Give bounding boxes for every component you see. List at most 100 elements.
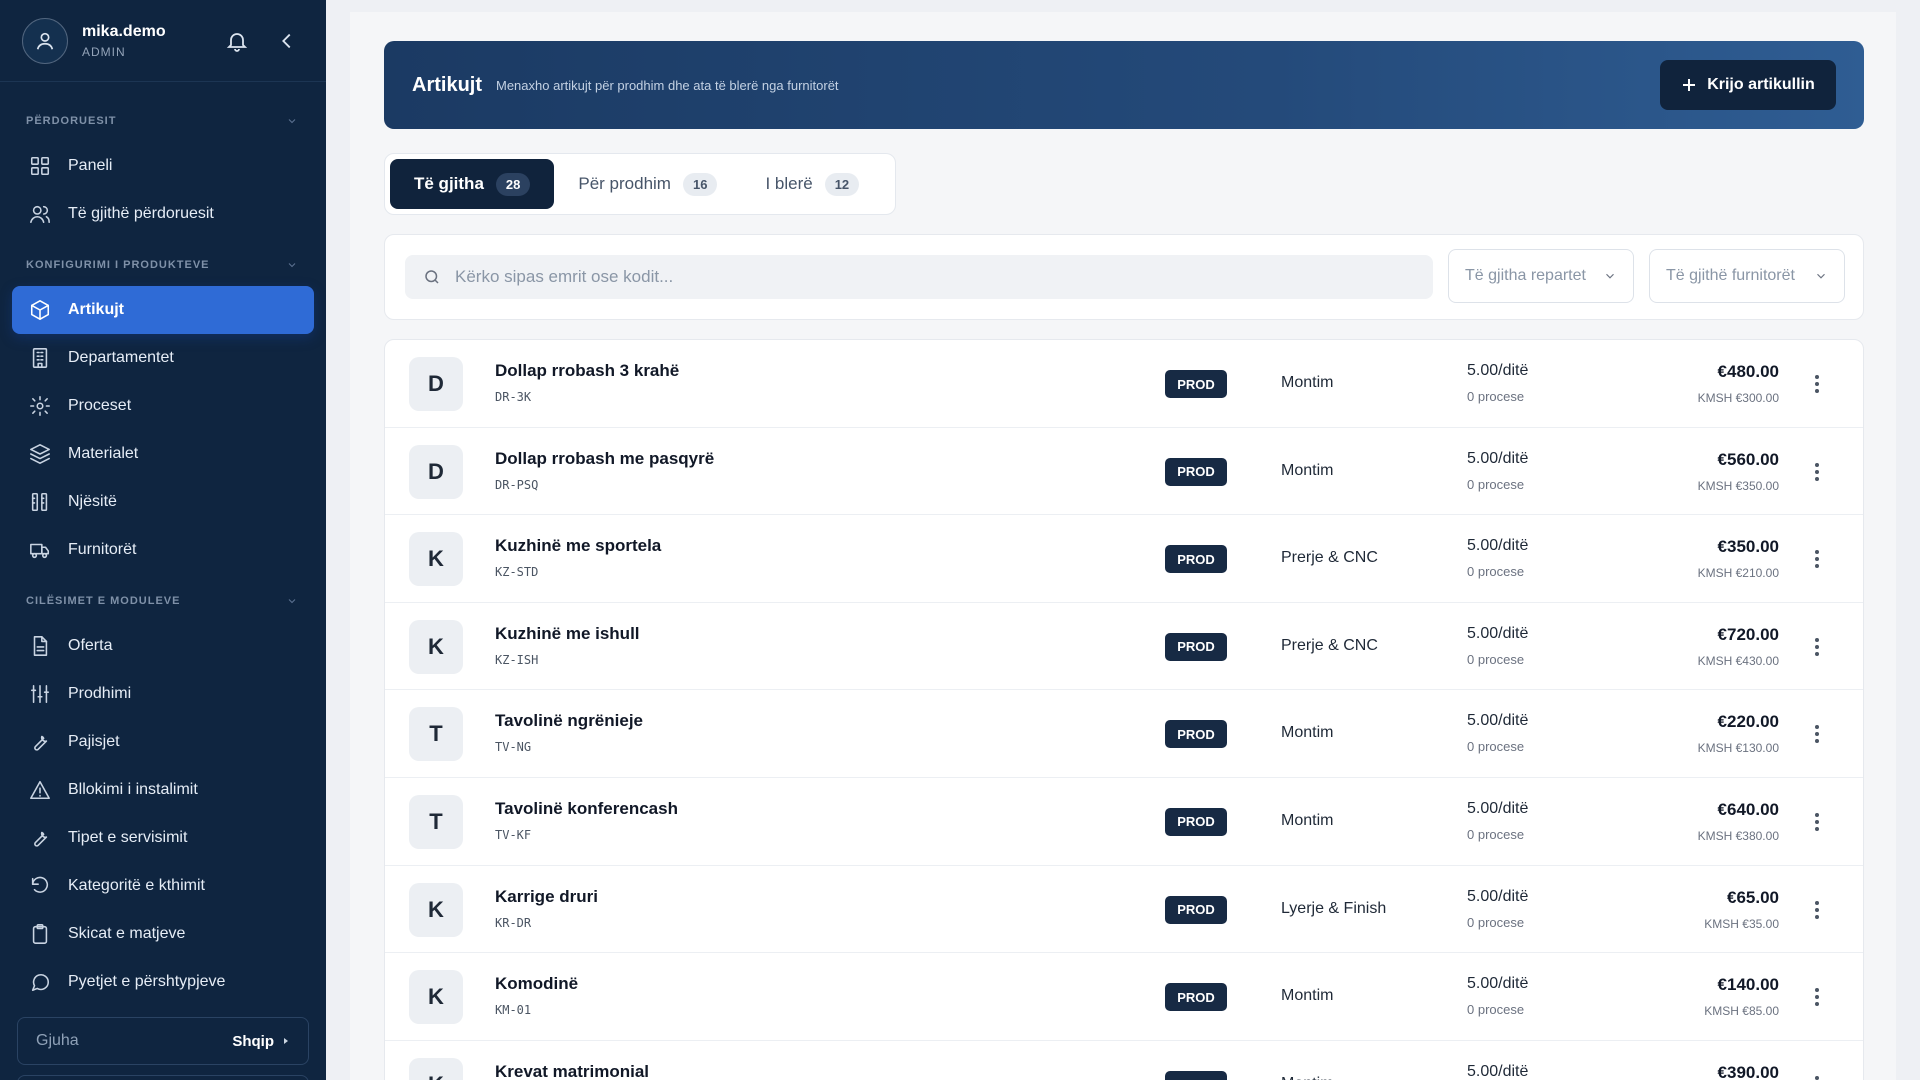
item-department: Montim	[1281, 724, 1334, 742]
tab-count-badge: 16	[682, 172, 718, 196]
tab-1[interactable]: Për prodhim 16	[554, 159, 741, 209]
row-actions-button[interactable]	[1805, 1073, 1829, 1080]
row-actions-button[interactable]	[1805, 985, 1829, 1009]
item-capacity-rate: 5.00/ditë	[1467, 887, 1529, 905]
user-name: mika.demo	[82, 22, 166, 40]
more-vertical-icon	[1815, 725, 1819, 744]
table-row[interactable]: D Dollap rrobash me pasqyrë DR-PSQ PROD …	[385, 428, 1863, 516]
item-capacity-rate: 5.00/ditë	[1467, 799, 1529, 817]
nav-section-header[interactable]: KONFIGURIMI I PRODUKTEVE	[0, 252, 326, 278]
table-row[interactable]: K Komodinë KM-01 PROD Montim 5.00/ditë 0…	[385, 953, 1863, 1041]
department-filter[interactable]: Të gjitha repartet	[1448, 249, 1634, 303]
item-type-tabs: Të gjitha 28 Për prodhim 16 I blerë 12	[384, 153, 896, 215]
sidebar-item-label: Departamentet	[68, 349, 174, 366]
collapse-sidebar-button[interactable]	[270, 24, 304, 58]
item-name[interactable]: Tavolinë konferencash	[495, 799, 678, 819]
ruler-icon	[28, 490, 52, 514]
sidebar-item-oferta[interactable]: Oferta	[12, 622, 314, 670]
more-vertical-icon	[1815, 812, 1819, 831]
tab-label: Të gjitha	[414, 174, 484, 193]
sidebar-item-pyetjet-e-pershtypjeve[interactable]: Pyetjet e përshtypjeve	[12, 958, 314, 1006]
item-process-count: 0 procese	[1467, 564, 1525, 580]
item-name[interactable]: Krevat matrimonial	[495, 1062, 649, 1080]
sidebar-item-paneli[interactable]: Paneli	[12, 142, 314, 190]
sidebar-item-tipet-e-servisimit[interactable]: Tipet e servisimit	[12, 814, 314, 862]
chevron-down-icon	[288, 119, 296, 124]
nav-section-label: KONFIGURIMI I PRODUKTEVE	[26, 259, 210, 271]
item-price: €480.00	[1717, 362, 1779, 381]
avatar[interactable]	[22, 17, 68, 64]
sidebar-item-proceset[interactable]: Proceset	[12, 382, 314, 430]
row-actions-button[interactable]	[1805, 635, 1829, 659]
row-actions-button[interactable]	[1805, 722, 1829, 746]
table-row[interactable]: T Tavolinë ngrënieje TV-NG PROD Montim 5…	[385, 690, 1863, 778]
sidebar-item-departamentet[interactable]: Departamentet	[12, 334, 314, 382]
search-input[interactable]: Kërko sipas emrit ose kodit...	[405, 255, 1433, 299]
item-code: TV-NG	[495, 740, 532, 755]
user-block: mika.demo ADMIN	[0, 0, 326, 82]
create-item-button[interactable]: Krijo artikullin	[1660, 60, 1836, 110]
sidebar-item-njesite[interactable]: Njësitë	[12, 478, 314, 526]
row-actions-button[interactable]	[1805, 547, 1829, 571]
item-capacity-rate: 5.00/ditë	[1467, 712, 1529, 730]
notifications-button[interactable]	[220, 24, 254, 58]
sidebar-item-kategorite-e-kthimit[interactable]: Kategoritë e kthimit	[12, 862, 314, 910]
item-type-badge: PROD	[1165, 807, 1227, 836]
nav-section-header[interactable]: PËRDORUESIT	[0, 108, 326, 134]
table-row[interactable]: D Dollap rrobash 3 krahë DR-3K PROD Mont…	[385, 340, 1863, 428]
sidebar-item-artikujt[interactable]: Artikujt	[12, 286, 314, 334]
sidebar-item-pajisjet[interactable]: Pajisjet	[12, 718, 314, 766]
sidebar-item-skicat-e-matjeve[interactable]: Skicat e matjeve	[12, 910, 314, 958]
nav-section-label: PËRDORUESIT	[26, 115, 117, 127]
item-name[interactable]: Tavolinë ngrënieje	[495, 711, 643, 731]
sidebar-item-materialet[interactable]: Materialet	[12, 430, 314, 478]
item-department: Montim	[1281, 374, 1334, 391]
tab-2[interactable]: I blerë 12	[741, 159, 883, 209]
sidebar-footer-box[interactable]	[17, 1075, 309, 1080]
sidebar-item-label: Skicat e matjeve	[68, 925, 186, 942]
item-code: TV-KF	[495, 827, 532, 842]
language-selector[interactable]: Gjuha Shqip	[17, 1017, 309, 1065]
table-row[interactable]: K Kuzhinë me ishull KZ-ISH PROD Prerje &…	[385, 603, 1863, 691]
row-actions-button[interactable]	[1805, 372, 1829, 396]
clipboard-icon	[28, 922, 52, 946]
item-code: KM-01	[495, 1003, 532, 1018]
nav-section-header[interactable]: CILËSIMET E MODULEVE	[0, 588, 326, 614]
document-icon	[28, 634, 52, 658]
sidebar-item-label: Njësitë	[68, 493, 117, 510]
tab-0[interactable]: Të gjitha 28	[390, 159, 555, 209]
item-initial-avatar: K	[409, 970, 463, 1025]
table-row[interactable]: K Kuzhinë me sportela KZ-STD PROD Prerje…	[385, 515, 1863, 603]
item-process-count: 0 procese	[1467, 739, 1525, 755]
table-row[interactable]: K Krevat matrimonial PROD Montim 5.00/di…	[385, 1041, 1863, 1080]
tab-count-badge: 28	[495, 172, 531, 196]
sidebar-item-furnitoret[interactable]: Furnitorët	[12, 526, 314, 574]
item-price: €640.00	[1717, 799, 1779, 819]
supplier-filter[interactable]: Të gjithë furnitorët	[1649, 249, 1845, 303]
item-price: €350.00	[1717, 537, 1779, 557]
item-capacity-rate: 5.00/ditë	[1467, 449, 1529, 467]
item-name[interactable]: Dollap rrobash me pasqyrë	[495, 449, 714, 469]
item-cost: KMSH €35.00	[1704, 916, 1779, 931]
item-name[interactable]: Dollap rrobash 3 krahë	[495, 361, 679, 381]
sidebar-item-label: Furnitorët	[68, 541, 137, 558]
row-actions-button[interactable]	[1805, 810, 1829, 834]
row-actions-button[interactable]	[1805, 460, 1829, 484]
table-row[interactable]: K Karrige druri KR-DR PROD Lyerje & Fini…	[385, 866, 1863, 954]
sidebar-item-bllokimi-i-instalimit[interactable]: Bllokimi i instalimit	[12, 766, 314, 814]
sidebar-item-te-gjithe-perdoruesit[interactable]: Të gjithë përdoruesit	[12, 190, 314, 238]
item-initial-avatar: K	[409, 619, 463, 674]
item-type-badge: PROD	[1165, 370, 1227, 398]
item-name[interactable]: Karrige druri	[495, 887, 598, 907]
sidebar-item-prodhimi[interactable]: Prodhimi	[12, 670, 314, 718]
item-name[interactable]: Komodinë	[495, 974, 578, 994]
sidebar-item-label: Artikujt	[68, 301, 124, 318]
sidebar-item-label: Materialet	[68, 445, 139, 462]
row-actions-button[interactable]	[1805, 898, 1829, 922]
item-name[interactable]: Kuzhinë me sportela	[495, 536, 661, 556]
truck-icon	[28, 538, 52, 562]
item-name[interactable]: Kuzhinë me ishull	[495, 624, 640, 644]
table-row[interactable]: T Tavolinë konferencash TV-KF PROD Monti…	[385, 778, 1863, 866]
item-department: Lyerje & Finish	[1281, 899, 1387, 917]
item-code: DR-PSQ	[495, 477, 539, 492]
